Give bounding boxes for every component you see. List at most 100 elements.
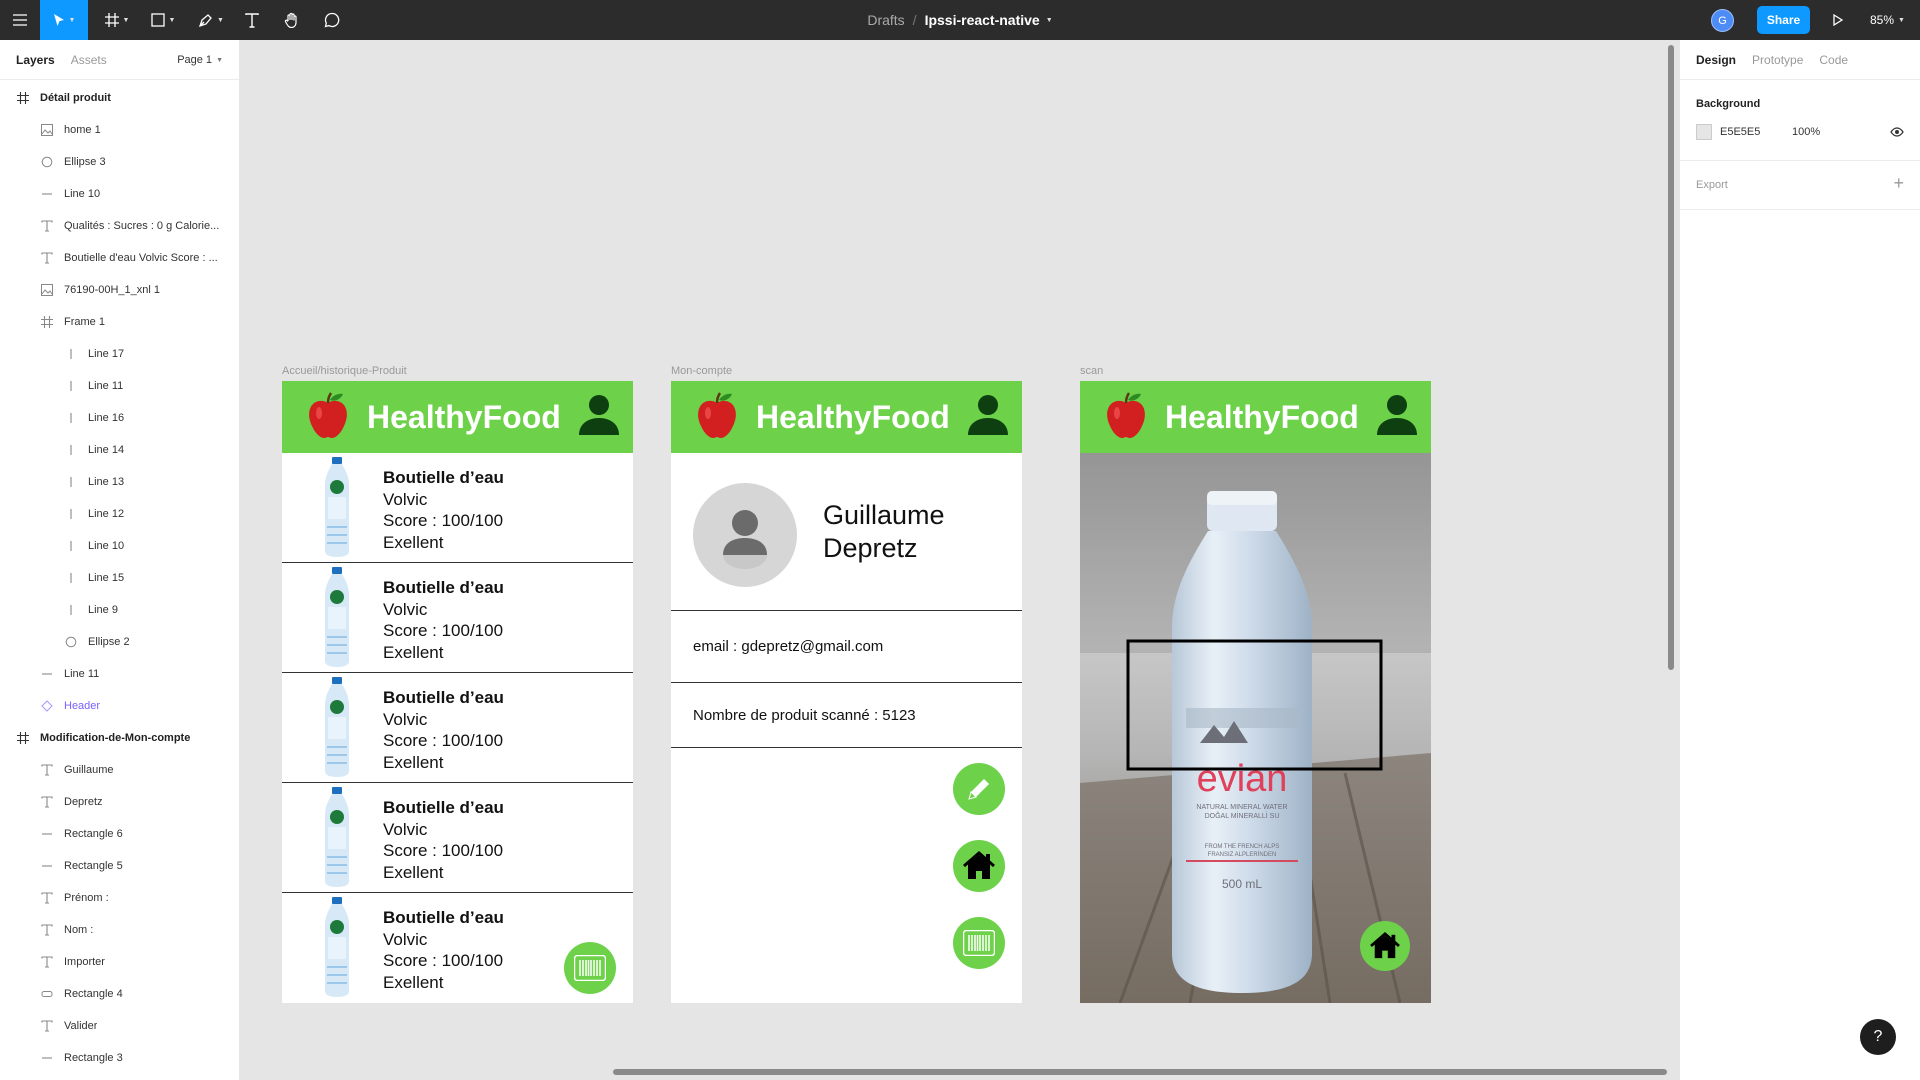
line-icon bbox=[40, 859, 54, 873]
tab-prototype[interactable]: Prototype bbox=[1752, 53, 1803, 67]
user-profile-icon[interactable] bbox=[577, 393, 621, 437]
layer-item[interactable]: Valider bbox=[0, 1010, 239, 1042]
comment-icon bbox=[324, 12, 340, 28]
layer-item[interactable]: Line 11 bbox=[0, 658, 239, 690]
bottle-line-3: FROM THE FRENCH ALPS bbox=[1205, 844, 1280, 850]
product-info: Boutielle d’eau Volvic Score : 100/100 Exel… bbox=[383, 577, 504, 663]
file-name[interactable]: Ipssi-react-native bbox=[925, 12, 1040, 28]
layer-item[interactable]: Rectangle 6 bbox=[0, 818, 239, 850]
frame-account[interactable]: HealthyFood Guillaume Depretz email : gd… bbox=[671, 381, 1022, 1003]
layer-item[interactable]: Depretz bbox=[0, 786, 239, 818]
layer-label: Line 9 bbox=[88, 604, 118, 616]
product-brand: Volvic bbox=[383, 819, 428, 839]
frame-label-home[interactable]: Accueil/historique-Produit bbox=[282, 365, 407, 377]
layer-item[interactable]: Rectangle 5 bbox=[0, 850, 239, 882]
breadcrumb-drafts[interactable]: Drafts bbox=[867, 12, 904, 28]
layer-item[interactable]: Line 16 bbox=[0, 402, 239, 434]
layer-item[interactable]: Frame 1 bbox=[0, 306, 239, 338]
layer-item[interactable]: Line 14 bbox=[0, 434, 239, 466]
layer-item[interactable]: Rectangle 3 bbox=[0, 1042, 239, 1074]
product-list-item[interactable]: Boutielle d’eau Volvic Score : 100/100 Exel… bbox=[282, 783, 633, 893]
layer-item[interactable]: Line 15 bbox=[0, 562, 239, 594]
text-icon bbox=[40, 923, 54, 937]
text-tool-button[interactable] bbox=[240, 0, 264, 40]
layer-item[interactable]: Prénom : bbox=[0, 882, 239, 914]
product-list-item[interactable]: Boutielle d’eau Volvic Score : 100/100 Exel… bbox=[282, 453, 633, 563]
frame-scan[interactable]: HealthyFood evian NATURAL MINERAL WATER … bbox=[1080, 381, 1431, 1003]
text-icon bbox=[245, 12, 259, 28]
product-score: Score : 100/100 bbox=[383, 511, 504, 530]
user-profile-icon[interactable] bbox=[966, 393, 1010, 437]
product-title: Boutielle d’eau bbox=[383, 908, 504, 927]
add-export-icon[interactable]: + bbox=[1893, 173, 1904, 194]
canvas[interactable]: Accueil/historique-Produit HealthyFood B… bbox=[241, 40, 1679, 1080]
profile-picture[interactable] bbox=[693, 483, 797, 587]
background-fill-row[interactable]: E5E5E5 100% bbox=[1696, 116, 1904, 148]
help-button[interactable]: ? bbox=[1860, 1019, 1896, 1055]
home-button[interactable] bbox=[953, 840, 1005, 892]
comment-tool-button[interactable] bbox=[320, 0, 344, 40]
layer-item[interactable]: Header bbox=[0, 690, 239, 722]
zoom-control[interactable]: 85% ▼ bbox=[1870, 0, 1905, 40]
shape-tool-button[interactable]: ▼ bbox=[144, 0, 182, 40]
layer-item[interactable]: Importer bbox=[0, 946, 239, 978]
layer-item[interactable]: Guillaume bbox=[0, 754, 239, 786]
product-list-item[interactable]: Boutielle d’eau Volvic Score : 100/100 Exel… bbox=[282, 563, 633, 673]
background-hex[interactable]: E5E5E5 bbox=[1720, 126, 1792, 138]
tab-layers[interactable]: Layers bbox=[16, 53, 55, 67]
layer-label: Importer bbox=[64, 956, 105, 968]
layer-item[interactable]: Nom : bbox=[0, 914, 239, 946]
layer-item[interactable]: home 1 bbox=[0, 114, 239, 146]
layer-item[interactable]: Line 9 bbox=[0, 594, 239, 626]
scan-button[interactable] bbox=[953, 917, 1005, 969]
layer-item[interactable]: Line 12 bbox=[0, 498, 239, 530]
frame-icon bbox=[104, 13, 119, 27]
frame-label-scan[interactable]: scan bbox=[1080, 365, 1103, 377]
tab-code[interactable]: Code bbox=[1819, 53, 1848, 67]
background-swatch[interactable] bbox=[1696, 124, 1712, 140]
layer-frame[interactable]: Modification-de-Mon-compte bbox=[0, 722, 239, 754]
scan-button[interactable] bbox=[564, 942, 616, 994]
ellipse-icon bbox=[64, 635, 78, 649]
layer-item[interactable]: Ellipse 2 bbox=[0, 626, 239, 658]
product-list: Boutielle d’eau Volvic Score : 100/100 Exel… bbox=[282, 453, 633, 1003]
user-profile-icon[interactable] bbox=[1375, 393, 1419, 437]
layer-list: Détail produit home 1 Ellipse 3 Line 10 Qual… bbox=[0, 80, 239, 1074]
product-list-item[interactable]: Boutielle d’eau Volvic Score : 100/100 Exel… bbox=[282, 673, 633, 783]
layer-item[interactable]: Qualités : Sucres : 0 g Calorie... bbox=[0, 210, 239, 242]
eye-icon[interactable] bbox=[1890, 127, 1904, 137]
layer-frame[interactable]: Détail produit bbox=[0, 82, 239, 114]
layer-item[interactable]: Line 11 bbox=[0, 370, 239, 402]
hand-tool-button[interactable] bbox=[280, 0, 304, 40]
frame-home[interactable]: HealthyFood Boutielle d’eau Volvic Score :… bbox=[282, 381, 633, 1003]
layer-item[interactable]: Line 13 bbox=[0, 466, 239, 498]
avatar[interactable]: G bbox=[1711, 9, 1734, 32]
home-button[interactable] bbox=[1360, 921, 1410, 971]
background-opacity[interactable]: 100% bbox=[1792, 126, 1820, 138]
present-button[interactable] bbox=[1826, 0, 1850, 40]
layer-item[interactable]: Rectangle 4 bbox=[0, 978, 239, 1010]
email-text: email : gdepretz@gmail.com bbox=[693, 638, 884, 655]
tab-design[interactable]: Design bbox=[1696, 53, 1736, 67]
layer-item[interactable]: Line 17 bbox=[0, 338, 239, 370]
zoom-level: 85% bbox=[1870, 13, 1895, 27]
pen-tool-button[interactable]: ▼ bbox=[192, 0, 230, 40]
edit-button[interactable] bbox=[953, 763, 1005, 815]
layer-label: Line 10 bbox=[64, 188, 101, 200]
tab-assets[interactable]: Assets bbox=[71, 53, 107, 67]
chevron-down-icon[interactable]: ▼ bbox=[1046, 17, 1053, 24]
barcode-icon bbox=[963, 930, 995, 956]
page-selector[interactable]: Page 1 ▼ bbox=[177, 40, 223, 80]
frame-tool-button[interactable]: ▼ bbox=[98, 0, 136, 40]
layer-item[interactable]: Line 10 bbox=[0, 178, 239, 210]
horizontal-scrollbar[interactable] bbox=[613, 1069, 1667, 1075]
layer-item[interactable]: Boutielle d'eau Volvic Score : ... bbox=[0, 242, 239, 274]
menu-icon[interactable] bbox=[8, 0, 32, 40]
layer-item[interactable]: 76190-00H_1_xnl 1 bbox=[0, 274, 239, 306]
vertical-scrollbar[interactable] bbox=[1668, 45, 1674, 670]
frame-label-account[interactable]: Mon-compte bbox=[671, 365, 732, 377]
share-button[interactable]: Share bbox=[1757, 6, 1810, 34]
layer-item[interactable]: Line 10 bbox=[0, 530, 239, 562]
layer-item[interactable]: Ellipse 3 bbox=[0, 146, 239, 178]
move-tool-button[interactable]: ▼ bbox=[40, 0, 88, 40]
